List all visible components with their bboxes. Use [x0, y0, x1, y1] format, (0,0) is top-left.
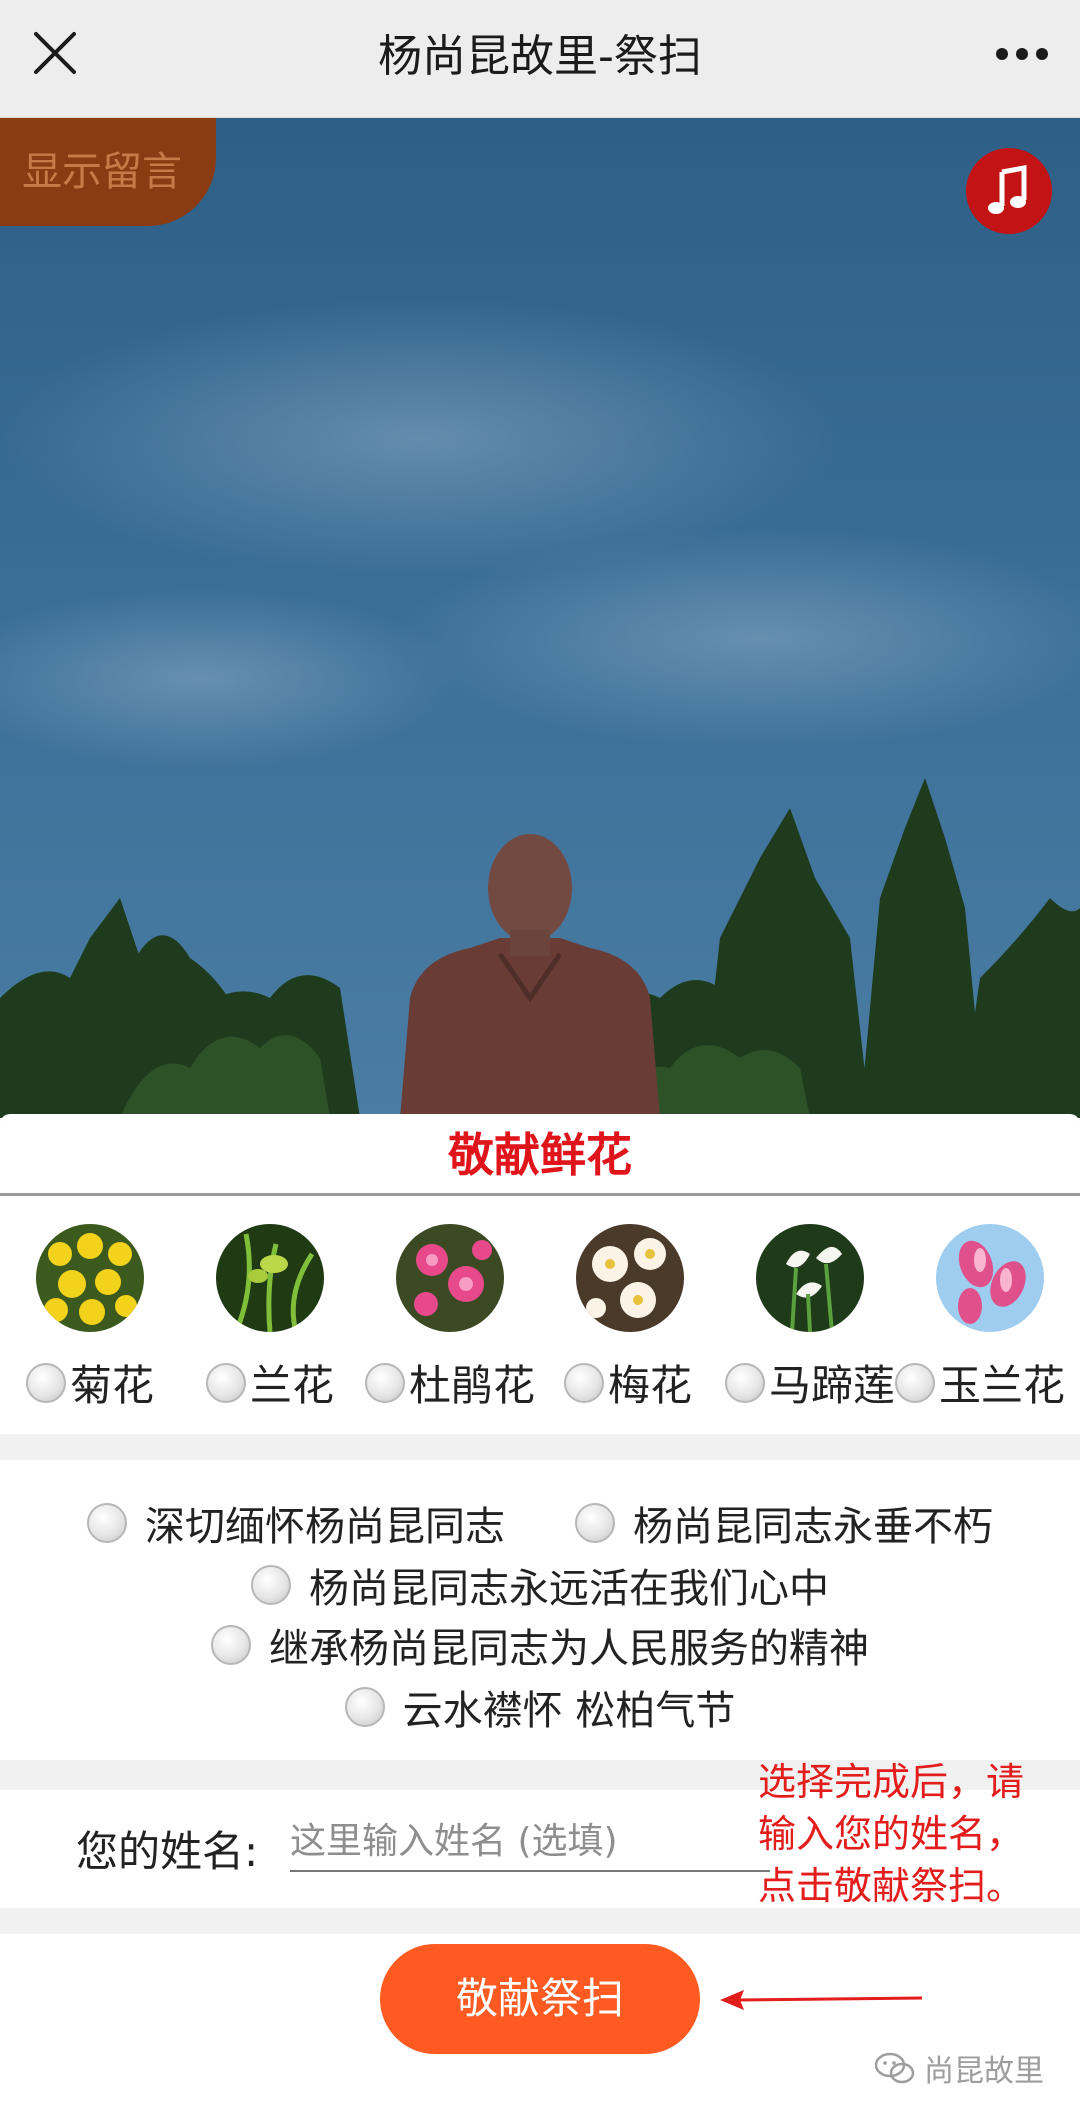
wish-label: 云水襟怀 松柏气节	[402, 1688, 736, 1734]
flower-label: 兰花	[250, 1361, 335, 1410]
wish-radio[interactable]	[575, 1503, 615, 1543]
wish-radio[interactable]	[344, 1687, 385, 1727]
wish-option[interactable]: 深切缅怀杨尚昆同志	[87, 1494, 505, 1552]
azalea-image	[396, 1224, 504, 1332]
wish-label: 杨尚昆同志永远活在我们心中	[309, 1566, 829, 1612]
flower-radio[interactable]	[26, 1362, 66, 1403]
wish-row: 继承杨尚昆同志为人民服务的精神	[0, 1616, 1080, 1674]
wish-radio[interactable]	[211, 1625, 251, 1665]
wish-label: 深切缅怀杨尚昆同志	[145, 1504, 505, 1550]
music-note-icon	[988, 165, 1027, 214]
watermark: 尚昆故里	[874, 2046, 1044, 2090]
music-button[interactable]	[966, 148, 1052, 234]
flowers-title: 敬献鲜花	[0, 1114, 1080, 1196]
wish-option[interactable]: 云水襟怀 松柏气节	[344, 1678, 736, 1736]
calla-lily-image	[756, 1224, 864, 1332]
title-bar: 杨尚昆故里-祭扫	[0, 0, 1080, 118]
wish-label: 继承杨尚昆同志为人民服务的精神	[269, 1626, 869, 1672]
orchid-image	[216, 1224, 324, 1332]
flower-radio[interactable]	[725, 1362, 765, 1403]
flower-option-plum-blossom[interactable]: 梅花	[540, 1224, 720, 1410]
wish-row: 杨尚昆同志永远活在我们心中	[0, 1556, 1080, 1614]
show-messages-button[interactable]: 显示留言	[0, 118, 216, 226]
wish-option[interactable]: 杨尚昆同志永远活在我们心中	[251, 1556, 829, 1614]
flower-option-magnolia[interactable]: 玉兰花	[895, 1224, 1080, 1410]
flowers-section: 敬献鲜花 菊花 兰花 杜鹃花 梅花 马蹄莲 玉兰花	[0, 1114, 1080, 1434]
annotation-line: 选择完成后，请	[758, 1760, 1025, 1804]
more-icon[interactable]	[982, 22, 1062, 86]
hero-image	[0, 118, 1080, 1118]
name-label: 您的姓名:	[76, 1827, 259, 1876]
flower-option-calla-lily[interactable]: 马蹄莲	[720, 1224, 900, 1410]
wish-radio[interactable]	[251, 1565, 291, 1605]
instruction-annotation: 选择完成后，请 输入您的姓名， 点击敬献祭扫。	[758, 1756, 1078, 1912]
flower-label: 杜鹃花	[409, 1361, 536, 1410]
wish-row: 深切缅怀杨尚昆同志 杨尚昆同志永垂不朽	[0, 1494, 1080, 1552]
wishes-section: 深切缅怀杨尚昆同志 杨尚昆同志永垂不朽 杨尚昆同志永远活在我们心中 继承杨尚昆同…	[0, 1460, 1080, 1760]
annotation-line: 输入您的姓名，	[758, 1812, 1025, 1856]
wish-option[interactable]: 杨尚昆同志永垂不朽	[575, 1494, 993, 1552]
wish-label: 杨尚昆同志永垂不朽	[633, 1504, 993, 1550]
flower-label: 马蹄莲	[769, 1361, 896, 1410]
wechat-icon	[874, 2052, 915, 2084]
name-input[interactable]	[290, 1812, 770, 1872]
annotation-line: 点击敬献祭扫。	[758, 1864, 1025, 1908]
annotation-arrow-icon	[720, 1990, 923, 2010]
plum-blossom-image	[576, 1224, 684, 1332]
flower-option-azalea[interactable]: 杜鹃花	[360, 1224, 540, 1410]
submit-tribute-button[interactable]: 敬献祭扫	[380, 1944, 700, 2054]
flower-radio[interactable]	[365, 1362, 405, 1403]
flower-option-chrysanthemum[interactable]: 菊花	[0, 1224, 180, 1410]
wish-radio[interactable]	[87, 1503, 127, 1543]
flower-radio[interactable]	[206, 1362, 246, 1403]
flower-radio[interactable]	[564, 1362, 604, 1403]
wish-option[interactable]: 继承杨尚昆同志为人民服务的精神	[211, 1616, 869, 1674]
flower-option-orchid[interactable]: 兰花	[180, 1224, 360, 1410]
flower-label: 菊花	[70, 1361, 155, 1410]
flower-label: 玉兰花	[939, 1361, 1066, 1410]
wish-row: 云水襟怀 松柏气节	[0, 1678, 1080, 1736]
page-title: 杨尚昆故里-祭扫	[378, 31, 702, 82]
chrysanthemum-image	[36, 1224, 144, 1332]
flower-radio[interactable]	[895, 1362, 935, 1403]
watermark-text: 尚昆故里	[924, 2054, 1044, 2089]
magnolia-image	[936, 1224, 1044, 1332]
flower-label: 梅花	[608, 1361, 693, 1410]
